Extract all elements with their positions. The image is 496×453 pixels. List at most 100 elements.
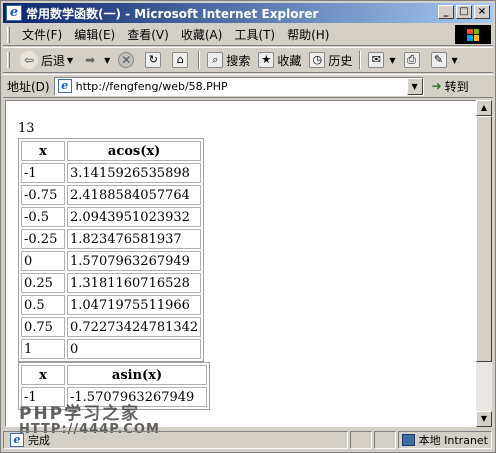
address-label: 地址(D) <box>7 79 50 94</box>
window-title: 常用数学函数(一) - Microsoft Internet Explorer <box>26 6 319 21</box>
x-cell: -0.25 <box>21 229 65 249</box>
table-row: 0 1.5707963267949 <box>21 251 202 271</box>
value-cell: 3.1415926535898 <box>67 163 202 183</box>
standard-toolbar: ⇦ 后退 ▼ ➡ ▼ ✕ ↻ ⌂ ⌕ 搜索 ★ 收藏 ◷ 历史 ✉ ▼ ⎙ ✎ … <box>3 47 493 73</box>
search-icon: ⌕ <box>207 52 224 68</box>
value-cell: 1.3181160716528 <box>67 273 202 293</box>
browser-window: e 常用数学函数(一) - Microsoft Internet Explore… <box>0 0 496 453</box>
close-button[interactable]: × <box>474 5 490 19</box>
menu-favorites[interactable]: 收藏(A) <box>175 26 229 43</box>
windows-flag-icon <box>467 28 479 41</box>
print-button[interactable]: ⎙ <box>400 49 427 71</box>
vertical-scrollbar[interactable]: ▲ ▼ <box>476 100 492 427</box>
table-row: 0.5 1.0471975511966 <box>21 295 202 315</box>
favorites-label: 收藏 <box>277 53 302 68</box>
table-row: 10 <box>21 339 202 359</box>
menu-help[interactable]: 帮助(H) <box>281 26 335 43</box>
chevron-down-icon[interactable]: ▼ <box>389 56 395 65</box>
table-row: 0.75 0.72273424781342 <box>21 317 202 337</box>
table-row: -1 3.1415926535898 <box>21 163 202 183</box>
history-icon: ◷ <box>309 52 326 68</box>
forward-button[interactable]: ➡ ▼ <box>77 49 114 71</box>
value-cell: 1.5707963267949 <box>67 251 202 271</box>
menu-view[interactable]: 查看(V) <box>121 26 175 43</box>
x-cell: 0 <box>21 251 65 271</box>
mail-button[interactable]: ✉ ▼ <box>364 49 399 71</box>
go-arrow-icon: ➜ <box>431 79 442 93</box>
refresh-button[interactable]: ↻ <box>141 49 168 71</box>
chevron-down-icon[interactable]: ▼ <box>67 56 73 65</box>
column-header-asin: asin(x) <box>67 365 207 385</box>
table-row: -0.5 2.0943951023932 <box>21 207 202 227</box>
status-main-panel: e 完成 <box>3 430 348 449</box>
acos-table: x acos(x) -1 3.1415926535898 -0.75 2.41885… <box>18 138 205 362</box>
table-header-row: x acos(x) <box>21 141 202 161</box>
status-bar: e 完成 本地 Intranet <box>3 429 493 450</box>
x-cell: -1 <box>21 387 65 407</box>
favorites-button[interactable]: ★ 收藏 <box>254 49 305 71</box>
go-label: 转到 <box>444 79 469 94</box>
x-cell: 0.75 <box>21 317 65 337</box>
value-cell: 1.0471975511966 <box>67 295 202 315</box>
address-input[interactable]: e http://fengfeng/web/58.PHP ▼ <box>53 76 424 96</box>
value-cell: 0.72273424781342 <box>67 317 202 337</box>
column-header-x: x <box>21 141 65 161</box>
menu-file[interactable]: 文件(F) <box>16 26 68 43</box>
printer-icon: ⎙ <box>403 52 420 68</box>
value-cell: 2.0943951023932 <box>67 207 202 227</box>
forward-arrow-icon: ➡ <box>85 53 96 67</box>
toolbar-grip[interactable] <box>7 52 10 68</box>
asin-table: x asin(x) -1 -1.5707963267949 <box>18 362 210 410</box>
status-panel <box>350 430 372 449</box>
edit-icon: ✎ <box>430 52 447 68</box>
go-button[interactable]: ➜ 转到 <box>432 78 469 95</box>
menu-edit[interactable]: 编辑(E) <box>68 26 121 43</box>
x-cell: 1 <box>21 339 65 359</box>
status-text: 完成 <box>28 433 50 447</box>
menu-tools[interactable]: 工具(T) <box>228 26 281 43</box>
history-button[interactable]: ◷ 历史 <box>305 49 356 71</box>
table-row: -1 -1.5707963267949 <box>21 387 207 407</box>
address-url[interactable]: http://fengfeng/web/58.PHP <box>76 80 228 93</box>
value-cell: -1.5707963267949 <box>67 387 207 407</box>
mail-icon: ✉ <box>368 52 385 68</box>
minimize-button[interactable]: _ <box>438 5 454 19</box>
page-content: 13 x acos(x) -1 3.1415926535898 -0.75 2.41… <box>5 100 477 427</box>
status-panel <box>374 430 396 449</box>
x-cell: -0.75 <box>21 185 65 205</box>
table-header-row: x asin(x) <box>21 365 207 385</box>
toolbar-grip[interactable] <box>7 26 10 43</box>
windows-logo <box>455 25 491 44</box>
edit-button[interactable]: ✎ ▼ <box>427 49 462 71</box>
scroll-thumb[interactable] <box>476 116 492 362</box>
security-zone-panel[interactable]: 本地 Intranet <box>398 430 492 449</box>
result-count: 13 <box>18 121 35 136</box>
value-cell: 1.823476581937 <box>67 229 202 249</box>
stop-icon: ✕ <box>118 52 135 68</box>
back-label: 后退 <box>41 53 66 68</box>
history-label: 历史 <box>328 53 353 68</box>
search-button[interactable]: ⌕ 搜索 <box>203 49 254 71</box>
x-cell: 0.25 <box>21 273 65 293</box>
ie-icon: e <box>6 5 22 21</box>
back-button[interactable]: ⇦ 后退 ▼ <box>16 49 77 71</box>
home-button[interactable]: ⌂ <box>168 49 195 71</box>
table-row: 0.25 1.3181160716528 <box>21 273 202 293</box>
maximize-button[interactable]: □ <box>456 5 472 19</box>
search-label: 搜索 <box>226 53 251 68</box>
column-header-acos: acos(x) <box>67 141 202 161</box>
title-bar[interactable]: e 常用数学函数(一) - Microsoft Internet Explore… <box>3 3 493 23</box>
zone-label: 本地 Intranet <box>418 433 488 447</box>
window-controls: _ □ × <box>436 5 490 19</box>
page-icon: e <box>57 79 72 93</box>
menu-bar: 文件(F) 编辑(E) 查看(V) 收藏(A) 工具(T) 帮助(H) <box>3 24 493 46</box>
scroll-up-button[interactable]: ▲ <box>476 100 492 116</box>
chevron-down-icon[interactable]: ▼ <box>452 56 458 65</box>
address-dropdown-button[interactable]: ▼ <box>406 77 423 95</box>
home-icon: ⌂ <box>172 52 189 68</box>
scroll-down-button[interactable]: ▼ <box>476 411 492 427</box>
stop-button[interactable]: ✕ <box>114 49 141 71</box>
address-bar: 地址(D) e http://fengfeng/web/58.PHP ▼ ➜ 转… <box>3 74 493 98</box>
page-done-icon: e <box>10 432 24 447</box>
chevron-down-icon[interactable]: ▼ <box>104 56 110 65</box>
